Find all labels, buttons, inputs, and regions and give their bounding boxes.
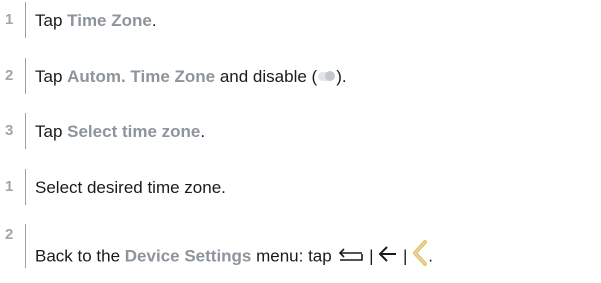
step-text-post: . xyxy=(151,11,157,30)
step-text: Tap Autom. Time Zone and disable (). xyxy=(35,67,347,87)
icon-separator: | xyxy=(398,246,413,266)
step-text-pre: Tap xyxy=(35,67,68,86)
step-divider xyxy=(25,224,26,268)
step-item: 3 Tap Select time zone. xyxy=(0,113,600,149)
step-item: 1 Select desired time zone. xyxy=(0,169,600,205)
step-text-pre: Back to the xyxy=(35,246,125,266)
toggle-off-icon xyxy=(318,71,336,82)
return-arrow-icon xyxy=(339,248,364,261)
toggle-knob xyxy=(325,71,336,82)
chevron-left-icon xyxy=(413,240,428,266)
step-number: 1 xyxy=(5,178,14,195)
ui-element-name: Autom. Time Zone xyxy=(67,67,216,86)
step-text: Select desired time zone. xyxy=(35,178,226,197)
step-number: 2 xyxy=(5,226,14,243)
step-divider xyxy=(25,169,26,205)
step-text: Tap Time Zone. xyxy=(35,11,157,31)
step-number: 3 xyxy=(5,122,14,139)
step-text-mid: and disable ( xyxy=(215,67,318,86)
step-text-post: . xyxy=(200,122,206,141)
step-number: 1 xyxy=(5,11,14,28)
step-item: 2 Back to the Device Settings menu: tap … xyxy=(0,224,600,268)
step-divider xyxy=(25,2,26,38)
step-text-pre: Tap xyxy=(35,122,68,141)
step-number: 2 xyxy=(5,67,14,84)
ui-element-name: Device Settings xyxy=(124,246,252,266)
ui-element-name: Time Zone xyxy=(67,11,152,30)
left-arrow-icon xyxy=(378,246,397,262)
step-text-pre: Tap xyxy=(35,11,68,30)
step-text: Back to the Device Settings menu: tap | … xyxy=(35,240,433,270)
step-text-mid: menu: tap xyxy=(251,246,337,266)
step-item: 1 Tap Time Zone. xyxy=(0,2,600,38)
step-text-post: ). xyxy=(336,67,347,86)
step-divider xyxy=(25,113,26,149)
icon-separator: | xyxy=(364,246,379,266)
step-text-post: . xyxy=(428,246,433,266)
step-text: Tap Select time zone. xyxy=(35,122,205,142)
step-divider xyxy=(25,58,26,94)
instruction-steps: 1 Tap Time Zone. 2 Tap Autom. Time Zone … xyxy=(0,0,601,283)
step-item: 2 Tap Autom. Time Zone and disable (). xyxy=(0,58,600,94)
ui-element-name: Select time zone xyxy=(67,122,201,141)
